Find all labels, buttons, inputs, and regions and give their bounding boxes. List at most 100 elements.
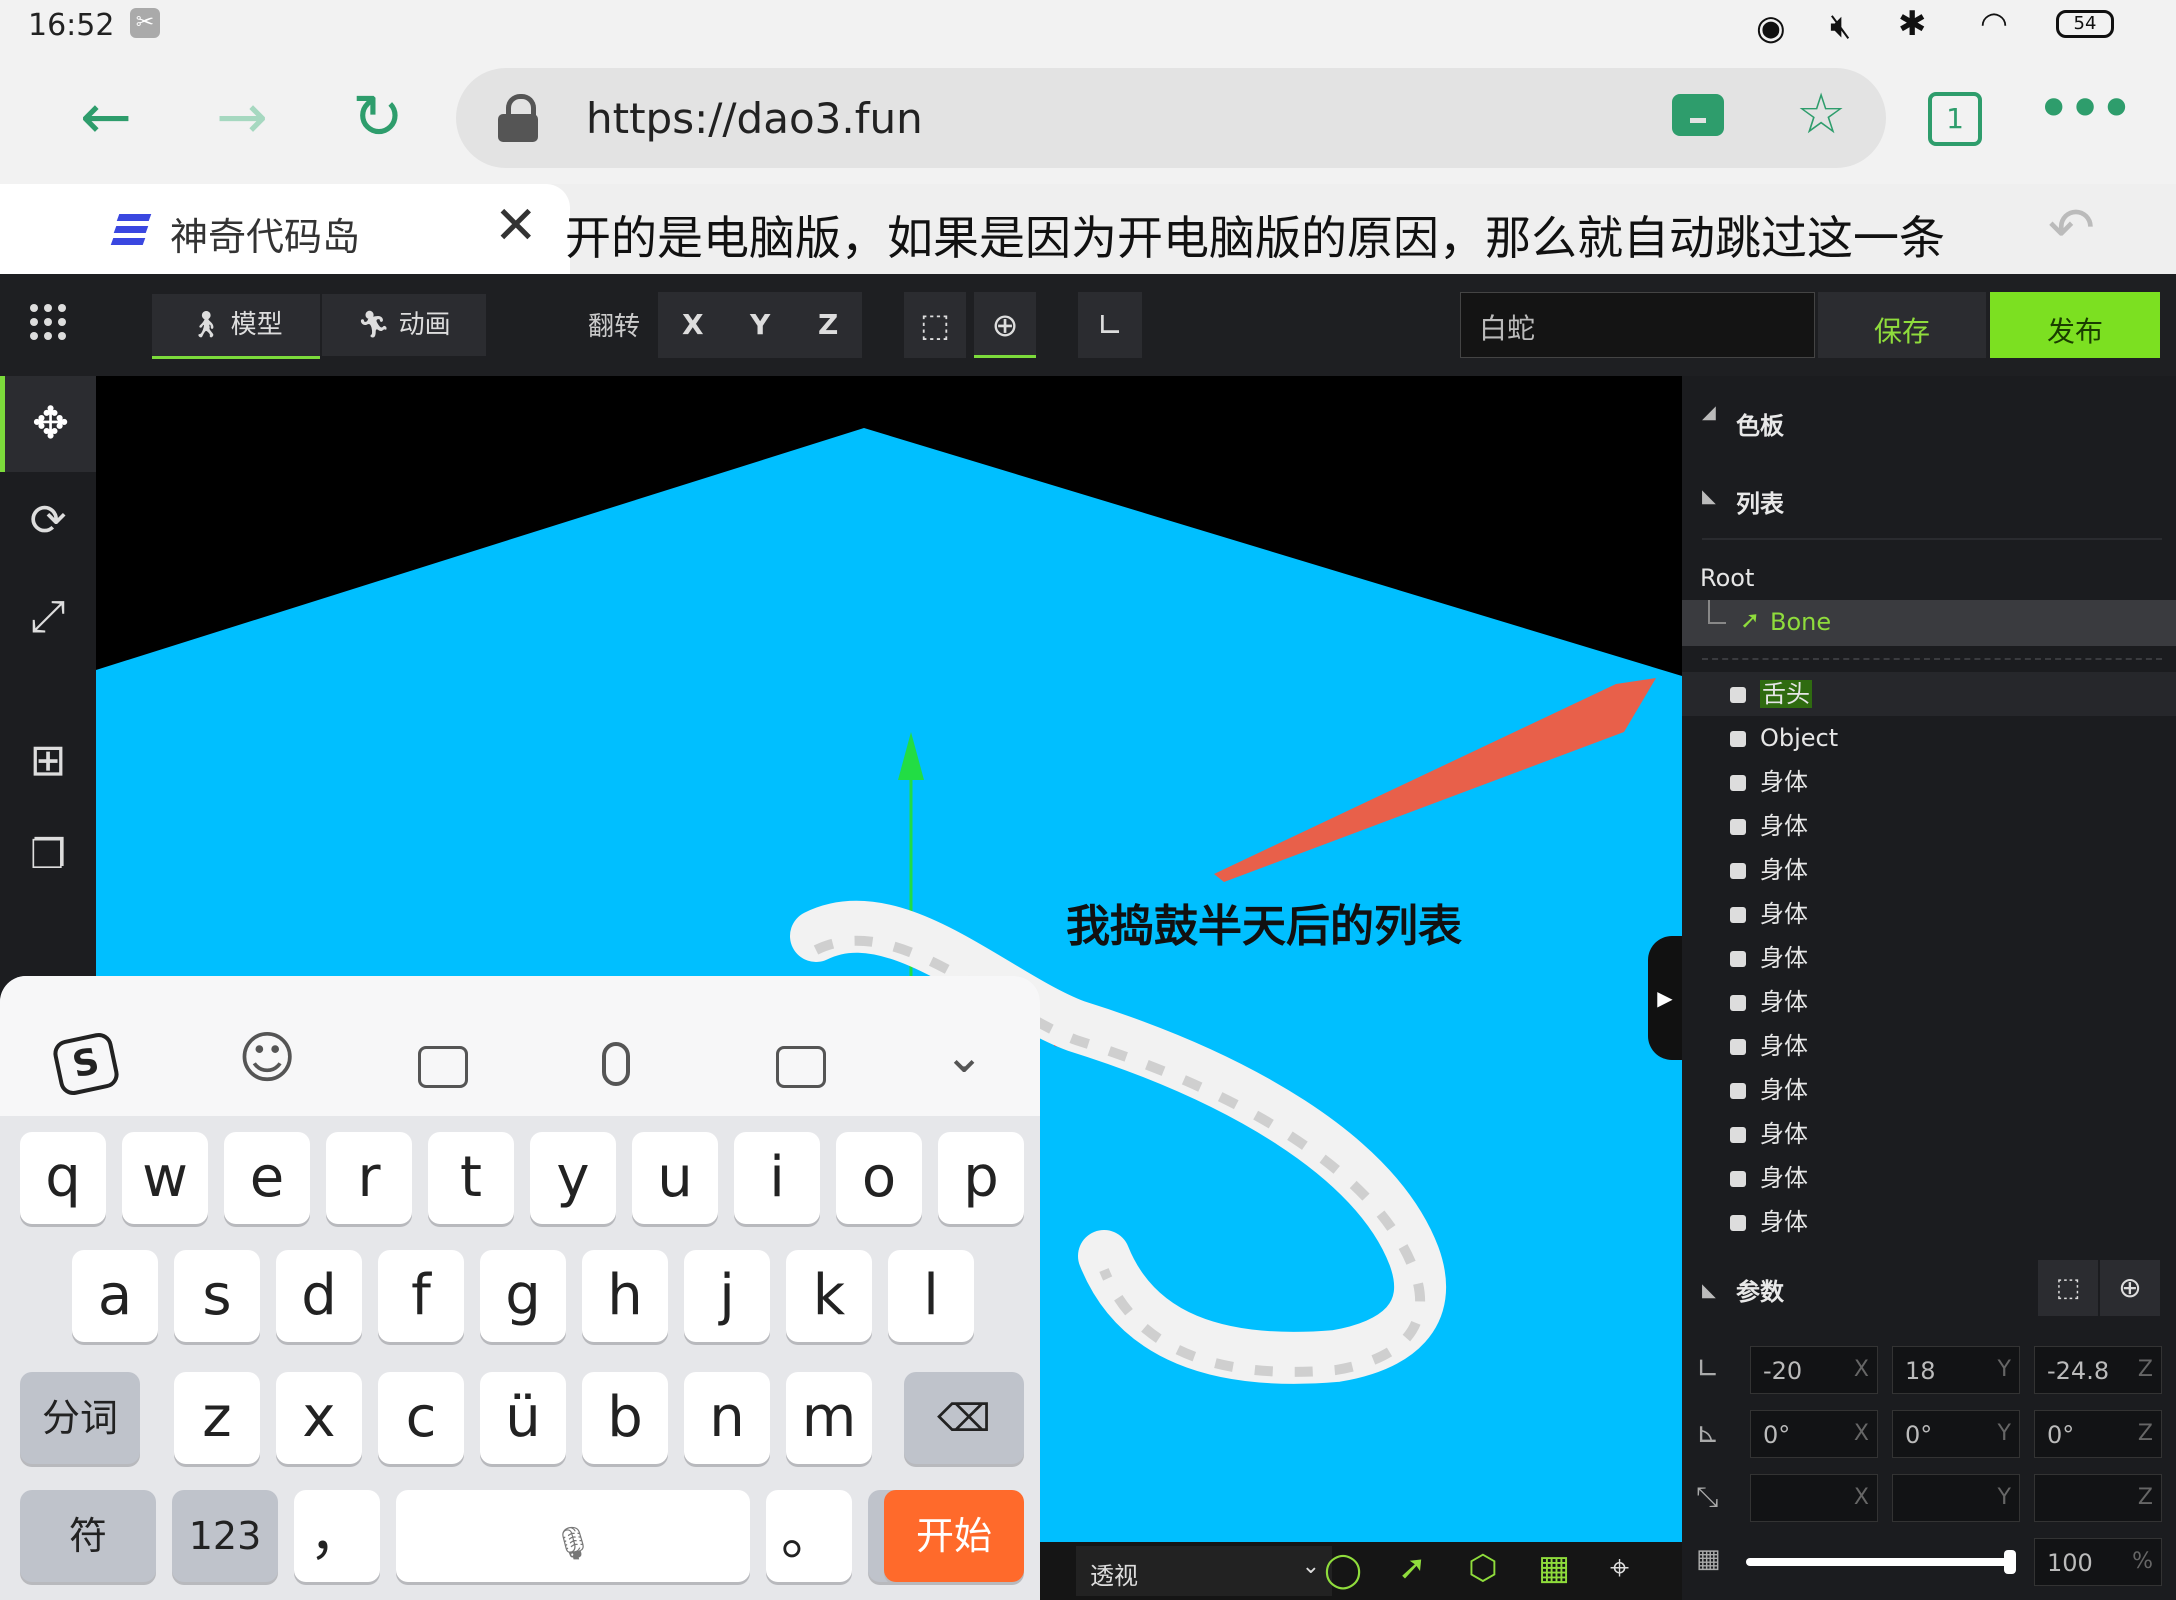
position-y-field[interactable]: 18 Y xyxy=(1892,1346,2020,1394)
flip-z-button[interactable]: Z xyxy=(818,308,838,341)
list-item[interactable]: Object xyxy=(1682,716,2176,760)
position-x-field[interactable]: -20 X xyxy=(1750,1346,1878,1394)
key-start[interactable]: 开始 xyxy=(884,1490,1024,1582)
app-grid-icon[interactable] xyxy=(28,302,68,342)
forward-icon[interactable]: → xyxy=(216,86,268,148)
palette-header[interactable]: 色板 xyxy=(1736,406,1784,441)
scale-y-field[interactable]: Y xyxy=(1892,1474,2020,1522)
list-item[interactable]: 身体 xyxy=(1682,760,2176,804)
key-z[interactable]: z xyxy=(174,1372,260,1464)
key-x[interactable]: x xyxy=(276,1372,362,1464)
back-icon[interactable]: ← xyxy=(80,86,132,148)
rotation-x-field[interactable]: 0° X xyxy=(1750,1410,1878,1458)
reload-icon[interactable]: ↻ xyxy=(352,86,404,148)
world-space-button[interactable]: ⊕ xyxy=(974,292,1036,358)
local-space-button[interactable]: ⬚ xyxy=(904,292,966,358)
key-j[interactable]: j xyxy=(684,1250,770,1342)
key-m[interactable]: m xyxy=(786,1372,872,1464)
key-i[interactable]: i xyxy=(734,1132,820,1224)
key-comma[interactable]: ， xyxy=(294,1490,380,1582)
collapse-panel-tab[interactable]: ▶ xyxy=(1648,936,1682,1060)
list-item[interactable]: 身体 xyxy=(1682,848,2176,892)
key-t[interactable]: t xyxy=(428,1132,514,1224)
tab-close-icon[interactable]: ✕ xyxy=(494,196,538,256)
scale-x-field[interactable]: X xyxy=(1750,1474,1878,1522)
grid-icon[interactable]: ▦ xyxy=(1538,1548,1570,1588)
mode-animation-tab[interactable]: 🏃︎ 动画 xyxy=(322,294,486,356)
list-item[interactable]: 身体 xyxy=(1682,892,2176,936)
target-icon[interactable]: ⌖ xyxy=(1610,1548,1629,1588)
rotate-tool-button[interactable]: ⟳ xyxy=(0,476,96,566)
key-d[interactable]: d xyxy=(276,1250,362,1342)
bone-tool-icon[interactable]: ➚ xyxy=(1398,1548,1427,1588)
key-s[interactable]: s xyxy=(174,1250,260,1342)
list-item[interactable]: 身体 xyxy=(1682,1024,2176,1068)
params-collapse-icon[interactable]: ◣ xyxy=(1702,1280,1716,1301)
address-bar[interactable]: https://dao3.fun ☆ xyxy=(456,68,1886,168)
mode-model-tab[interactable]: 🚶︎ 模型 xyxy=(152,294,320,359)
key-backspace[interactable]: ⌫ xyxy=(904,1372,1024,1464)
list-item-selected[interactable]: 舌头 xyxy=(1682,672,2176,716)
light-bulb-icon[interactable]: ◯ xyxy=(1324,1550,1362,1590)
save-button[interactable]: 保存 xyxy=(1818,292,1986,358)
key-space[interactable]: 🎙︎ xyxy=(396,1490,750,1582)
opacity-slider[interactable] xyxy=(1746,1550,2016,1574)
tree-bone-row[interactable]: ➚ Bone xyxy=(1682,600,2176,646)
key-c[interactable]: c xyxy=(378,1372,464,1464)
key-y[interactable]: y xyxy=(530,1132,616,1224)
key-l[interactable]: l xyxy=(888,1250,974,1342)
list-item[interactable]: 身体 xyxy=(1682,1068,2176,1112)
tabs-count-button[interactable]: 1 xyxy=(1928,92,1982,146)
key-u[interactable]: u xyxy=(632,1132,718,1224)
key-w[interactable]: w xyxy=(122,1132,208,1224)
flip-x-button[interactable]: X xyxy=(682,308,704,341)
opacity-slider-thumb[interactable] xyxy=(2004,1550,2016,1574)
list-collapse-icon[interactable]: ◣ xyxy=(1702,486,1716,507)
key-o[interactable]: o xyxy=(836,1132,922,1224)
params-header[interactable]: 参数 xyxy=(1736,1272,1784,1307)
key-n[interactable]: n xyxy=(684,1372,770,1464)
more-menu-icon[interactable]: ••• xyxy=(2036,74,2134,144)
rotation-y-field[interactable]: 0° Y xyxy=(1892,1410,2020,1458)
opacity-field[interactable]: 100% xyxy=(2034,1538,2162,1586)
rotation-z-field[interactable]: 0° Z xyxy=(2034,1410,2162,1458)
list-item[interactable]: 身体 xyxy=(1682,980,2176,1024)
key-e[interactable]: e xyxy=(224,1132,310,1224)
flip-y-button[interactable]: Y xyxy=(750,308,770,341)
scale-tool-button[interactable]: ⤢ xyxy=(0,572,96,662)
duplicate-button[interactable]: ❐ xyxy=(0,810,96,900)
tree-root[interactable]: Root xyxy=(1700,564,1754,592)
desktop-mode-icon[interactable] xyxy=(1672,94,1724,136)
key-numbers[interactable]: 123 xyxy=(172,1490,278,1582)
url-text[interactable]: https://dao3.fun xyxy=(586,94,923,143)
key-symbols[interactable]: 符 xyxy=(20,1490,156,1582)
key-p[interactable]: p xyxy=(938,1132,1024,1224)
undo-icon[interactable]: ↶ xyxy=(2048,196,2095,261)
scale-z-field[interactable]: Z xyxy=(2034,1474,2162,1522)
key-split[interactable]: 分词 xyxy=(20,1372,140,1464)
browser-tab[interactable]: 神奇代码岛 ✕ xyxy=(0,184,570,274)
key-b[interactable]: b xyxy=(582,1372,668,1464)
param-local-button[interactable]: ⬚ xyxy=(2038,1260,2098,1316)
key-period[interactable]: 。 xyxy=(766,1490,852,1582)
position-z-field[interactable]: -24.8 Z xyxy=(2034,1346,2162,1394)
list-item[interactable]: 身体 xyxy=(1682,936,2176,980)
publish-button[interactable]: 发布 xyxy=(1990,292,2160,358)
key-f[interactable]: f xyxy=(378,1250,464,1342)
key-h[interactable]: h xyxy=(582,1250,668,1342)
list-item[interactable]: 身体 xyxy=(1682,1156,2176,1200)
move-tool-button[interactable]: ✥ xyxy=(0,376,96,472)
model-name-input[interactable]: 白蛇 xyxy=(1460,292,1815,358)
list-item[interactable]: 身体 xyxy=(1682,1200,2176,1244)
key-r[interactable]: r xyxy=(326,1132,412,1224)
param-world-button[interactable]: ⊕ xyxy=(2100,1260,2160,1316)
axis-button[interactable]: ∟ xyxy=(1078,292,1142,358)
list-item[interactable]: 身体 xyxy=(1682,804,2176,848)
add-object-button[interactable]: ⊞ xyxy=(0,716,96,806)
key-a[interactable]: a xyxy=(72,1250,158,1342)
view-mode-select[interactable]: 透视 ⌄ xyxy=(1076,1546,1332,1596)
key-q[interactable]: q xyxy=(20,1132,106,1224)
key-k[interactable]: k xyxy=(786,1250,872,1342)
palette-expand-icon[interactable]: ◢ xyxy=(1702,402,1716,423)
key-ü[interactable]: ü xyxy=(480,1372,566,1464)
